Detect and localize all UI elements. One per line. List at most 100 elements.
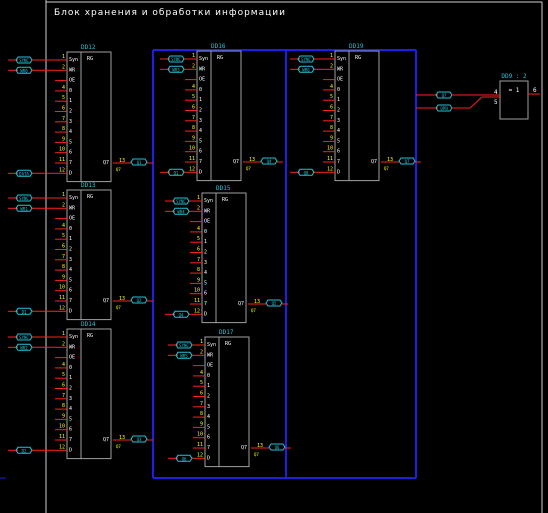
pin-label: OE (337, 77, 343, 83)
port-label: WR5 (180, 353, 188, 358)
pin-label: OE (69, 78, 75, 84)
port-tag: SYNC (15, 194, 33, 202)
pin-label: 7 (199, 159, 202, 165)
pin-number: 8 (62, 264, 65, 270)
pin-number: 4 (330, 84, 333, 90)
port-label: SYNC (179, 343, 189, 348)
pin-label: WR (69, 205, 76, 211)
port-label: Q7 (442, 93, 447, 98)
port-tag: D1 (15, 307, 33, 315)
pin-number: 7 (62, 116, 65, 122)
chip-dd17: DD17RG1 Syn2 WROE4 05 16 27 38 49 510 611 712 DQ7 13… (175, 329, 291, 468)
pin-label: 5 (69, 277, 72, 283)
pin-label: 3 (69, 257, 72, 263)
pin-number: 4 (62, 85, 65, 91)
pin-label: D (207, 455, 210, 461)
pin-number: 9 (62, 274, 65, 280)
port-tag: WR3 (167, 65, 185, 73)
schematic-drawing: DD12RG1 Syn2 WROE4 05 16 27 38 49 510 611 712 DQ7 13… (0, 0, 543, 513)
pin-label: 4 (69, 406, 72, 412)
pin-number: 7 (197, 257, 200, 263)
chip-type-label: RG (222, 197, 228, 203)
output-tag: Q7 (116, 444, 121, 449)
pin-label: OE (69, 355, 75, 361)
port-label: Q8 (304, 170, 309, 175)
pin-label: OE (199, 77, 205, 83)
port-label: Q6 (275, 445, 280, 450)
pin-number: 11 (327, 156, 333, 162)
port-label: Q1 (137, 160, 142, 165)
port-label: Q7 (405, 159, 410, 164)
pin-number: 8 (62, 403, 65, 409)
pin-label: 3 (337, 118, 340, 124)
port-tag: WR0 (15, 66, 33, 74)
port-tag: Q6 (268, 443, 286, 451)
pin-number: 6 (330, 105, 333, 111)
port-tag: SYNC (297, 55, 315, 63)
port-label: SYNC (176, 199, 186, 204)
port-tag: SYNC (15, 333, 33, 341)
pin-label: 7 (69, 437, 72, 443)
pin-label: 7 (69, 160, 72, 166)
port-label: Q4 (179, 312, 184, 317)
pin-label: D (69, 447, 72, 453)
pin-number: 9 (62, 136, 65, 142)
pin-label: WR (207, 352, 214, 358)
pin-label: 7 (204, 301, 207, 307)
pin-label: 2 (69, 247, 72, 253)
port-label: WR2 (20, 345, 28, 350)
pin-label: 4 (204, 270, 207, 276)
port-tag: Q6 (175, 454, 193, 462)
xor-gate-group: DD9 : 2= 1456Q7OPN (416, 73, 540, 120)
pin-label: 0 (337, 87, 340, 93)
pin-number: 6 (62, 244, 65, 250)
pin-number: 11 (189, 156, 195, 162)
pin-number: 5 (62, 372, 65, 378)
pin-number: 5 (62, 233, 65, 239)
xor-gate: DD9 : 2= 1456Q7OPN (416, 73, 540, 120)
pin-label: WR (69, 67, 76, 73)
pin-label: 4 (199, 128, 202, 134)
pin-number: 10 (197, 432, 203, 438)
pin-number: 7 (192, 115, 195, 121)
chip-type-label: RG (87, 333, 93, 339)
chip-type-label: RG (217, 55, 223, 61)
pin-label: WR (204, 208, 211, 214)
pin-label: OE (207, 363, 213, 369)
pin-label: 4 (207, 414, 210, 420)
pin-label: 5 (204, 280, 207, 286)
pin-label: 4 (69, 129, 72, 135)
port-tag: Q4 (172, 310, 190, 318)
port-label: Q6 (182, 456, 187, 461)
port-tag: WR2 (15, 343, 33, 351)
pin-number: 4 (197, 226, 200, 232)
port-label: WR4 (177, 209, 185, 214)
output-pin-label: Q7 (103, 298, 109, 304)
chip-dd15: DD15RG1 Syn2 WROE4 05 16 27 38 49 510 611 712 DQ7 13… (172, 185, 288, 324)
pin-label: 2 (69, 386, 72, 392)
pin-number: 11 (194, 298, 200, 304)
sheet-title: Блок хранения и обработки информации (54, 8, 286, 18)
port-tag: WR1 (15, 204, 33, 212)
port-label: WR3 (172, 67, 180, 72)
pin-number: 12 (189, 166, 195, 172)
port-tag: WR5 (175, 351, 193, 359)
pin-label: Syn (69, 334, 78, 340)
pin-label: 3 (69, 396, 72, 402)
pin-label: Syn (69, 57, 78, 63)
port-label: Q5 (272, 301, 277, 306)
pin-label: 0 (204, 229, 207, 235)
port-label: OPN (440, 106, 448, 111)
pin-label: Syn (204, 198, 213, 204)
xor-gate-symbol: = 1 (509, 87, 520, 94)
pin-label: 7 (337, 159, 340, 165)
pin-number: 7 (200, 401, 203, 407)
port-tag: Q3 (130, 435, 148, 443)
pin-label: 0 (207, 373, 210, 379)
pin-number: 2 (62, 341, 65, 347)
pin-number: 9 (197, 277, 200, 283)
schematic-canvas: DD12 RG 1 Syn 2 WR OE 4 0 5 1 6 2 7 3 8 4 9 5 10 6 11 7 12 D Q7 13… (0, 0, 548, 513)
pin-label: Syn (199, 56, 208, 62)
xor-gate-in-wire (469, 96, 483, 109)
port-tag: OPN (435, 104, 453, 112)
